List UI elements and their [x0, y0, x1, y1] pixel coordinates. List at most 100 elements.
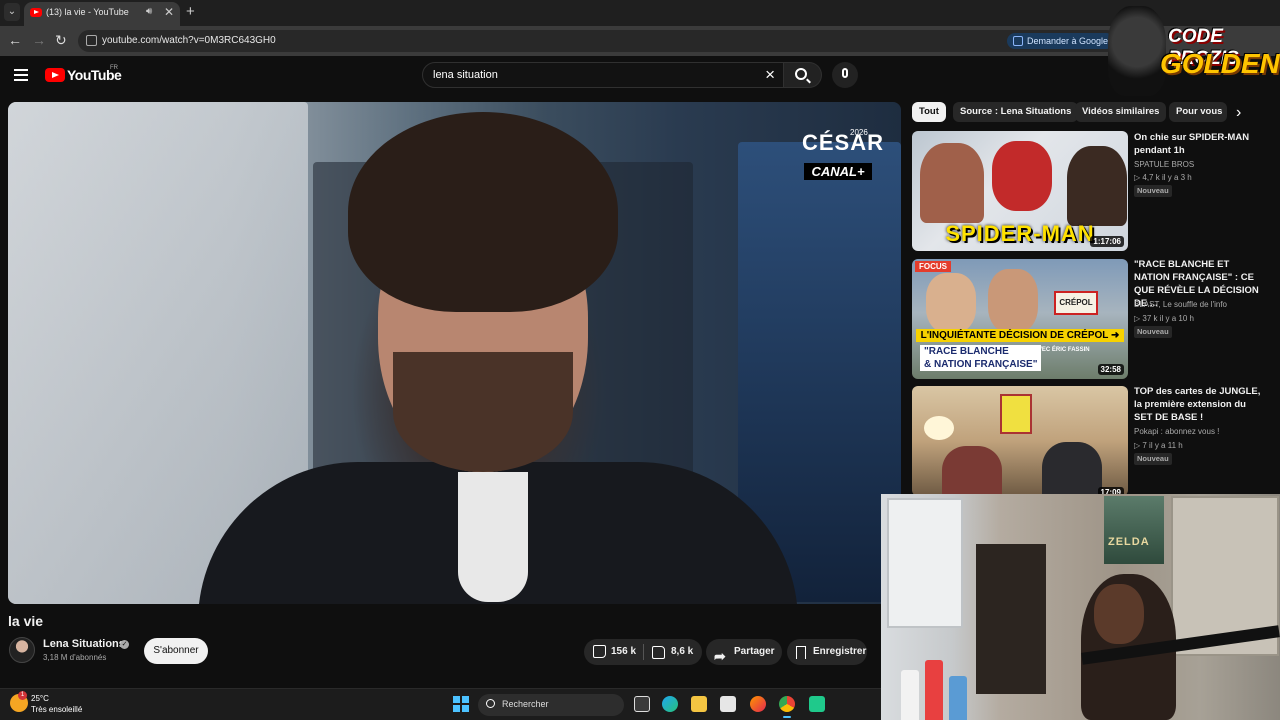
video-overlay-brand: CÉSAR	[802, 130, 885, 155]
tab-search-button[interactable]: ⌄	[4, 3, 20, 21]
ask-google-button[interactable]: Demander à Google	[1007, 33, 1115, 49]
recommended-title[interactable]: TOP des cartes de JUNGLE, la première ex…	[1134, 385, 1262, 424]
subscriber-count: 3,18 M d'abonnés	[43, 653, 107, 662]
chip-source[interactable]: Source : Lena Situations	[953, 102, 1079, 122]
recommended-meta: ▷ 4,7 k il y a 3 h	[1134, 173, 1192, 182]
chrome-icon[interactable]	[779, 696, 795, 718]
recommended-title[interactable]: On chie sur SPIDER-MAN pendant 1h	[1134, 131, 1262, 157]
tab-close-icon[interactable]: ✕	[164, 5, 174, 19]
youtube-favicon-icon	[30, 8, 42, 17]
video-person-hair	[348, 112, 618, 312]
webcam-face	[1094, 584, 1144, 644]
youtube-logo-icon[interactable]	[45, 68, 65, 82]
save-label: Enregistrer	[813, 646, 867, 657]
channel-avatar[interactable]	[9, 637, 35, 663]
taskbar-search-label: Rechercher	[502, 699, 549, 709]
share-label: Partager	[734, 646, 775, 657]
like-separator	[643, 644, 644, 660]
microphone-icon	[842, 68, 848, 78]
site-info-icon[interactable]	[86, 35, 97, 46]
speaker-icon[interactable]: 🔊︎	[146, 6, 152, 17]
brand-line2: GOLDENG	[1160, 48, 1280, 79]
video-overlay-channel: CANAL+	[804, 163, 872, 180]
weather-condition[interactable]: Très ensoleillé	[31, 705, 82, 714]
recommended-meta: ▷ 7 il y a 11 h	[1134, 441, 1183, 450]
temperature[interactable]: 25°C	[31, 694, 49, 703]
webcam-overlay: ZELDA	[881, 494, 1280, 720]
like-count[interactable]: 156 k	[611, 639, 636, 665]
subscribe-button[interactable]: S'abonner	[144, 638, 208, 664]
share-button[interactable]: ➦ Partager	[706, 639, 782, 665]
address-field[interactable]: youtube.com/watch?v=0M3RC643GH0	[78, 30, 1118, 52]
tab-title: (13) la vie - YouTube	[46, 7, 129, 17]
weather-badge: 1	[18, 691, 27, 700]
recommended-thumbnail[interactable]: 17:09	[912, 386, 1128, 496]
video-person-beard	[393, 352, 573, 472]
new-badge: Nouveau	[1134, 453, 1172, 465]
chevron-right-icon[interactable]: ›	[1236, 104, 1241, 122]
new-tab-icon[interactable]: +	[186, 3, 195, 20]
recommended-meta: ▷ 37 k il y a 10 h	[1134, 314, 1194, 323]
video-duration: 1:17:06	[1090, 236, 1124, 247]
dislike-icon[interactable]	[652, 646, 665, 659]
thumb-lamp	[924, 416, 954, 440]
streamer-logo: CODE PROZIS GOLDENG	[1102, 0, 1280, 100]
discord-like-icon[interactable]	[809, 696, 825, 712]
webcam-shelf	[976, 544, 1046, 694]
forward-icon[interactable]: →	[32, 32, 46, 48]
browser-tab[interactable]: (13) la vie - YouTube 🔊︎ ✕	[24, 2, 180, 26]
recommended-thumbnail[interactable]: CRÉPOL FOCUS L'INQUIÉTANTE DÉCISION DE C…	[912, 259, 1128, 379]
recommended-channel[interactable]: BLAST, Le souffle de l'info	[1134, 300, 1227, 309]
save-button[interactable]: Enregistrer	[787, 639, 867, 665]
voice-search-button[interactable]	[832, 62, 858, 88]
dislike-count[interactable]: 8,6 k	[671, 639, 693, 665]
thumb-person	[942, 446, 1002, 496]
reload-icon[interactable]: ↻	[55, 32, 67, 49]
chip-similar[interactable]: Vidéos similaires	[1075, 102, 1167, 122]
firefox-icon[interactable]	[750, 696, 766, 712]
back-icon[interactable]: ←	[8, 32, 22, 48]
recommended-channel[interactable]: Pokapi : abonnez vous !	[1134, 427, 1219, 436]
file-explorer-icon[interactable]	[691, 696, 707, 712]
thumb-headline: L'INQUIÉTANTE DÉCISION DE CRÉPOL ➜	[916, 329, 1124, 342]
store-icon[interactable]	[720, 696, 736, 712]
taskbar-search[interactable]: Rechercher	[478, 694, 624, 716]
bookmark-icon	[796, 646, 806, 659]
windows-start-icon[interactable]	[453, 696, 469, 712]
thumb-quote-line: & NATION FRANÇAISE"	[924, 359, 1038, 370]
edge-icon[interactable]	[662, 696, 678, 712]
thumb-person	[988, 269, 1038, 333]
recommended-thumbnail[interactable]: SPIDER-MAN 1:17:06	[912, 131, 1128, 251]
youtube-header: YouTube FR lena situation ×	[0, 56, 1280, 96]
like-icon[interactable]	[593, 645, 606, 658]
chip-for-you[interactable]: Pour vous	[1169, 102, 1227, 122]
search-button[interactable]	[784, 62, 822, 88]
thumb-focus-label: FOCUS	[915, 261, 951, 272]
thumb-spiderman	[992, 141, 1052, 211]
verified-icon: ✓	[120, 640, 129, 649]
chip-all[interactable]: Tout	[912, 102, 946, 122]
task-view-icon[interactable]	[634, 696, 650, 712]
ask-google-label: Demander à Google	[1027, 36, 1109, 46]
clear-search-icon[interactable]: ×	[765, 65, 775, 85]
channel-name[interactable]: Lena Situations	[43, 638, 125, 650]
webcam-bottles	[901, 654, 981, 720]
webcam-poster-text: ZELDA	[1108, 536, 1150, 548]
search-icon	[486, 699, 495, 708]
windows-taskbar: 1 25°C Très ensoleillé Rechercher	[0, 688, 881, 720]
search-input[interactable]: lena situation ×	[422, 62, 784, 88]
thumb-picture	[1000, 394, 1032, 434]
browser-tab-bar: ⌄ (13) la vie - YouTube 🔊︎ ✕ +	[0, 0, 1280, 26]
thumb-sign: CRÉPOL	[1054, 291, 1098, 315]
thumb-subtitle: AVEC ÉRIC FASSIN	[1034, 347, 1090, 353]
recommended-channel[interactable]: SPATULE BROS	[1134, 160, 1194, 169]
menu-icon[interactable]	[14, 69, 28, 81]
region-code: FR	[110, 65, 118, 71]
thumb-quote: "RACE BLANCHE & NATION FRANÇAISE"	[920, 345, 1042, 371]
share-icon: ➦	[714, 648, 726, 664]
mask-logo-icon	[1108, 6, 1166, 96]
video-player[interactable]: CÉSAR 2026 CANAL+	[8, 102, 901, 604]
thumb-quote-line: "RACE BLANCHE	[924, 346, 1009, 357]
webcam-poster: ZELDA	[1104, 496, 1164, 564]
video-title: la vie	[8, 613, 44, 629]
